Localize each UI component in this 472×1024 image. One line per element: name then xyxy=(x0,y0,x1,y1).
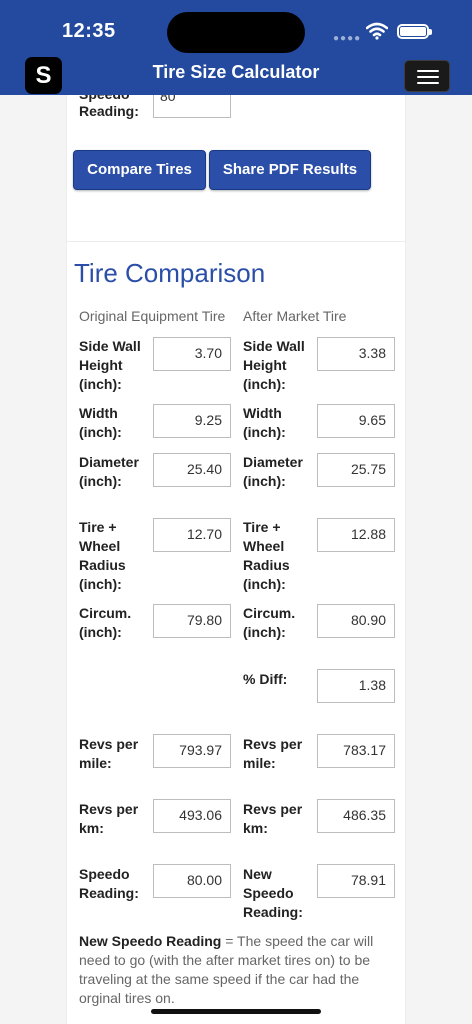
revs-per-km-label: Revs per km: xyxy=(243,801,303,836)
new-speedo-reading-label: New Speedo Reading: xyxy=(243,866,303,920)
revs-per-mile-label: Revs per mile: xyxy=(79,736,139,771)
side-wall-height-label: Side Wall Height (inch): xyxy=(243,338,305,392)
original-diameter-input[interactable]: 25.40 xyxy=(153,453,231,487)
after-circumference-input[interactable]: 80.90 xyxy=(317,604,395,638)
after-diameter-input[interactable]: 25.75 xyxy=(317,453,395,487)
revs-per-km-label: Revs per km: xyxy=(79,801,139,836)
speedo-input[interactable]: 80 xyxy=(153,95,231,118)
page-title: Tire Size Calculator xyxy=(152,62,320,82)
original-circumference-input[interactable]: 79.80 xyxy=(153,604,231,638)
column-after-header: After Market Tire xyxy=(243,308,347,324)
percent-diff-input[interactable]: 1.38 xyxy=(317,669,395,703)
status-time: 12:35 xyxy=(62,20,116,42)
after-speedo-input[interactable]: 78.91 xyxy=(317,864,395,898)
original-revs-km-input[interactable]: 493.06 xyxy=(153,799,231,833)
share-pdf-button[interactable]: Share PDF Results xyxy=(209,150,371,190)
speedo-reading-label: Speedo Reading: xyxy=(79,866,139,901)
main-content: Speedo Reading: 80 Compare Tires Share P… xyxy=(0,95,472,1024)
battery-icon xyxy=(397,24,432,39)
dynamic-island xyxy=(167,12,305,53)
section-title: Tire Comparison xyxy=(74,258,266,288)
original-revs-mile-input[interactable]: 793.97 xyxy=(153,734,231,768)
original-speedo-input[interactable]: 80.00 xyxy=(153,864,231,898)
menu-button[interactable] xyxy=(404,60,450,92)
diameter-label: Diameter (inch): xyxy=(79,454,139,489)
circumference-label: Circum. (inch): xyxy=(243,605,296,640)
width-label: Width (inch): xyxy=(243,405,286,440)
compare-tires-button[interactable]: Compare Tires xyxy=(73,150,206,190)
after-revs-km-input[interactable]: 486.35 xyxy=(317,799,395,833)
hamburger-menu-icon xyxy=(417,70,439,72)
width-label: Width (inch): xyxy=(79,405,122,440)
original-radius-input[interactable]: 12.70 xyxy=(153,518,231,552)
after-width-input[interactable]: 9.65 xyxy=(317,404,395,438)
speedo-note: New Speedo Reading = The speed the car w… xyxy=(79,932,399,1008)
speedo-label: Reading: xyxy=(79,103,139,119)
app-header: 12:35 ●●●● S Tire Size Calculator xyxy=(0,0,472,95)
signal-icon: ●●●● xyxy=(333,33,362,44)
diameter-label: Diameter (inch): xyxy=(243,454,303,489)
percent-diff-label: % Diff: xyxy=(243,671,288,687)
home-indicator xyxy=(151,1009,321,1014)
side-wall-height-label: Side Wall Height (inch): xyxy=(79,338,141,392)
circumference-label: Circum. (inch): xyxy=(79,605,132,640)
original-width-input[interactable]: 9.25 xyxy=(153,404,231,438)
after-radius-input[interactable]: 12.88 xyxy=(317,518,395,552)
after-side-wall-input[interactable]: 3.38 xyxy=(317,337,395,371)
after-revs-mile-input[interactable]: 783.17 xyxy=(317,734,395,768)
column-original-header: Original Equipment Tire xyxy=(79,308,226,324)
tire-wheel-radius-label: Tire + Wheel Radius (inch): xyxy=(243,519,290,592)
note-term: New Speedo Reading xyxy=(79,933,222,949)
revs-per-mile-label: Revs per mile: xyxy=(243,736,303,771)
wifi-icon xyxy=(366,22,388,40)
original-side-wall-input[interactable]: 3.70 xyxy=(153,337,231,371)
tire-wheel-radius-label: Tire + Wheel Radius (inch): xyxy=(79,519,126,592)
